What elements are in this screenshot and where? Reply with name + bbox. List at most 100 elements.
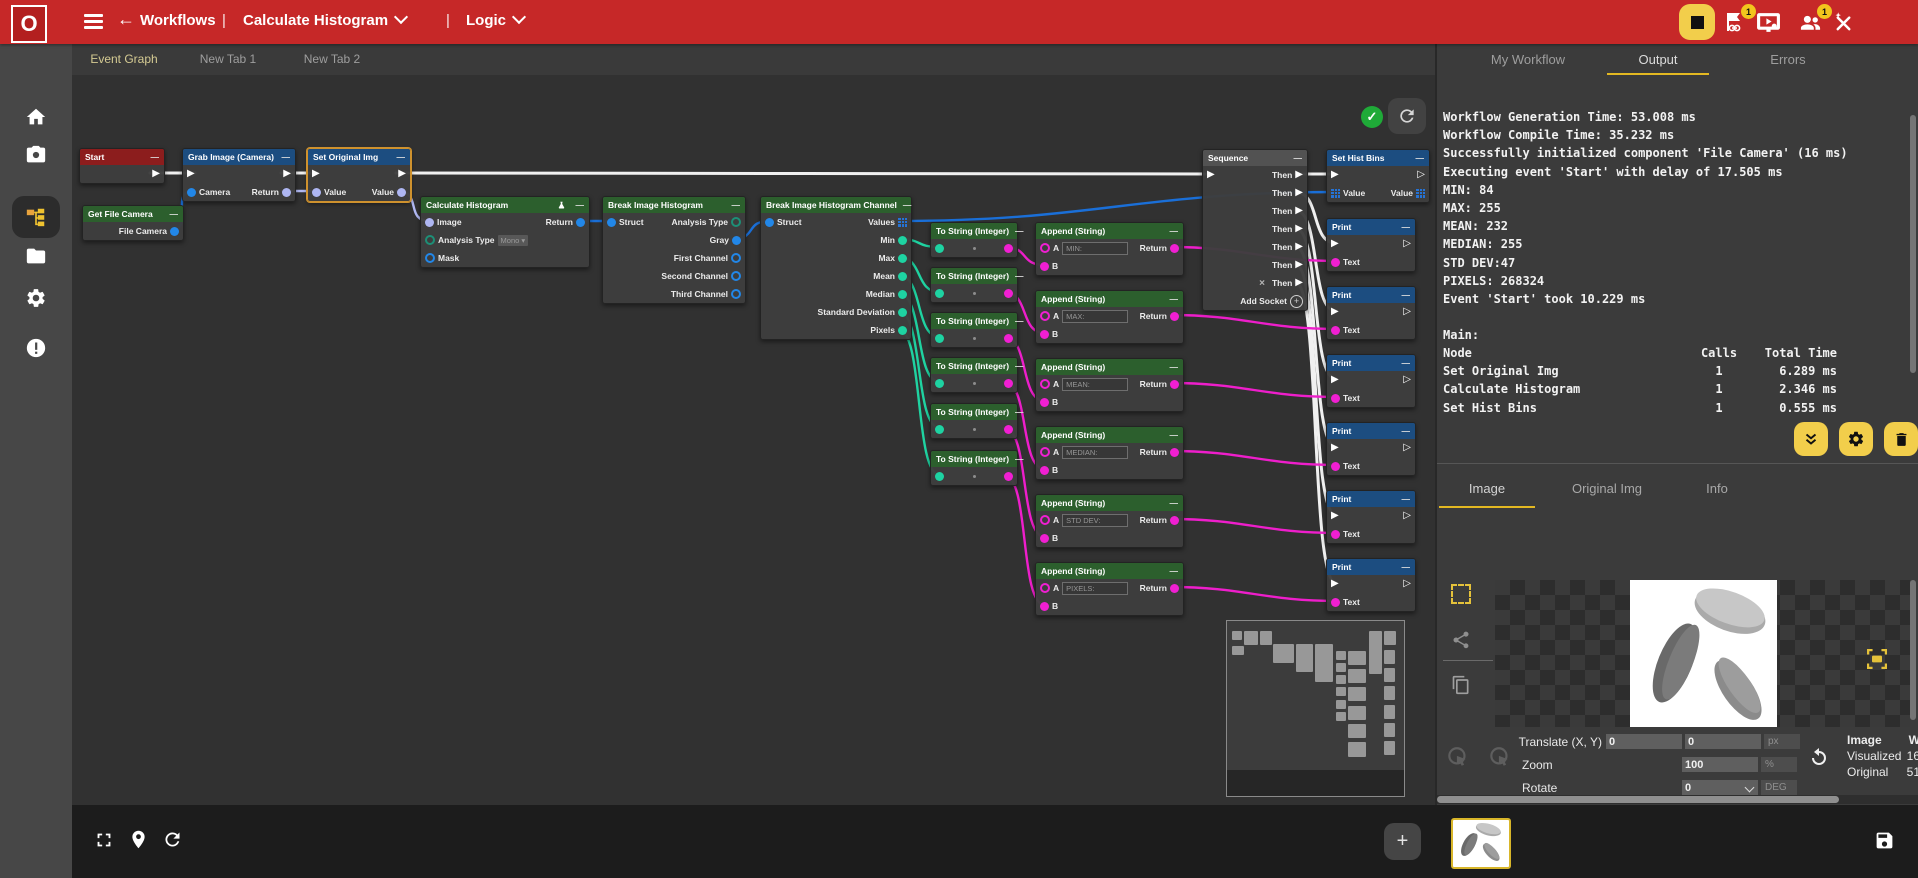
exec-socket[interactable]: ▶ bbox=[1295, 242, 1303, 252]
data-socket[interactable] bbox=[935, 379, 944, 388]
data-socket[interactable] bbox=[1040, 447, 1050, 457]
node-header[interactable]: Append (String)— bbox=[1036, 359, 1183, 375]
collapse-icon[interactable]: — bbox=[1170, 498, 1179, 508]
data-socket[interactable] bbox=[898, 254, 907, 263]
collapse-icon[interactable]: — bbox=[1170, 294, 1179, 304]
prefix-field[interactable]: MIN: bbox=[1062, 242, 1128, 255]
tab-info[interactable]: Info bbox=[1677, 470, 1757, 508]
workflow-name-dropdown[interactable]: Calculate Histogram bbox=[243, 12, 406, 29]
data-socket[interactable] bbox=[1040, 602, 1049, 611]
marquee-select-icon[interactable] bbox=[1451, 584, 1471, 604]
node-to-string-integer-5[interactable]: To String (Integer)— bbox=[930, 403, 1018, 439]
home-icon[interactable] bbox=[20, 101, 52, 133]
tab-event-graph[interactable]: Event Graph bbox=[72, 44, 176, 75]
node-print-3[interactable]: Print—▶▷Text bbox=[1326, 354, 1416, 408]
menu-icon[interactable] bbox=[84, 14, 103, 29]
array-socket[interactable] bbox=[898, 218, 907, 227]
data-socket[interactable] bbox=[1040, 243, 1050, 253]
node-header[interactable]: Break Image Histogram— bbox=[603, 197, 745, 213]
data-socket[interactable] bbox=[732, 236, 741, 245]
collapse-icon[interactable]: — bbox=[1170, 566, 1179, 576]
exec-socket[interactable]: ▶ bbox=[1331, 579, 1339, 589]
data-socket[interactable] bbox=[898, 236, 907, 245]
exec-socket[interactable]: ▶ bbox=[1331, 511, 1339, 521]
exec-socket[interactable]: ▷ bbox=[1403, 443, 1411, 453]
remove-socket-icon[interactable]: × bbox=[1259, 278, 1265, 289]
node-append-string-3[interactable]: Append (String)—AMEAN:ReturnB bbox=[1035, 358, 1184, 412]
node-print-5[interactable]: Print—▶▷Text bbox=[1326, 490, 1416, 544]
exec-socket[interactable]: ▶ bbox=[152, 169, 160, 179]
data-socket[interactable] bbox=[1004, 379, 1013, 388]
data-socket[interactable] bbox=[1331, 598, 1340, 607]
prefix-field[interactable]: MAX: bbox=[1062, 310, 1128, 323]
data-socket[interactable] bbox=[1170, 448, 1179, 457]
node-graph-canvas[interactable]: Start—▶Grab Image (Camera)—▶▶CameraRetur… bbox=[72, 75, 1435, 805]
node-header[interactable]: Append (String)— bbox=[1036, 563, 1183, 579]
scroll-to-bottom-button[interactable] bbox=[1794, 422, 1828, 456]
node-print-1[interactable]: Print—▶▷Text bbox=[1326, 218, 1416, 272]
data-socket[interactable] bbox=[1004, 334, 1013, 343]
exec-socket[interactable]: ▶ bbox=[1295, 170, 1303, 180]
array-socket[interactable] bbox=[1331, 189, 1340, 198]
data-socket[interactable] bbox=[935, 289, 944, 298]
data-socket[interactable] bbox=[1040, 398, 1049, 407]
data-socket[interactable] bbox=[1331, 258, 1340, 267]
array-socket[interactable] bbox=[1416, 189, 1425, 198]
node-print-2[interactable]: Print—▶▷Text bbox=[1326, 286, 1416, 340]
data-socket[interactable] bbox=[731, 289, 741, 299]
node-header[interactable]: To String (Integer)— bbox=[931, 358, 1017, 374]
node-to-string-integer-3[interactable]: To String (Integer)— bbox=[930, 312, 1018, 348]
data-socket[interactable] bbox=[1331, 462, 1340, 471]
stream-link-icon[interactable]: 1 bbox=[1722, 10, 1748, 36]
exec-socket[interactable]: ▶ bbox=[312, 169, 320, 179]
image-preview-area[interactable] bbox=[1495, 580, 1910, 727]
data-socket[interactable] bbox=[1331, 394, 1340, 403]
data-socket[interactable] bbox=[1040, 311, 1050, 321]
prefix-field[interactable]: STD DEV: bbox=[1062, 514, 1128, 527]
workflows-nav-icon[interactable] bbox=[20, 201, 52, 233]
node-header[interactable]: Break Image Histogram Channel— bbox=[761, 197, 911, 213]
data-socket[interactable] bbox=[935, 244, 944, 253]
node-header[interactable]: Grab Image (Camera)— bbox=[183, 149, 295, 165]
node-header[interactable]: Append (String)— bbox=[1036, 427, 1183, 443]
exec-socket[interactable]: ▷ bbox=[1403, 307, 1411, 317]
node-header[interactable]: Print— bbox=[1327, 559, 1415, 575]
collapse-icon[interactable]: — bbox=[1402, 426, 1411, 436]
data-socket[interactable] bbox=[935, 425, 944, 434]
exec-socket[interactable]: ▷ bbox=[1403, 511, 1411, 521]
exec-socket[interactable]: ▶ bbox=[1331, 443, 1339, 453]
collapse-icon[interactable]: — bbox=[1402, 562, 1411, 572]
analysis-type-dropdown[interactable]: Mono ▾ bbox=[498, 235, 529, 246]
camera-icon[interactable] bbox=[20, 139, 52, 171]
collapse-icon[interactable]: — bbox=[1170, 362, 1179, 372]
node-header[interactable]: Print— bbox=[1327, 355, 1415, 371]
collapse-icon[interactable]: — bbox=[1015, 271, 1024, 281]
data-socket[interactable] bbox=[1040, 534, 1049, 543]
scrollbar-thumb[interactable] bbox=[1437, 796, 1839, 803]
data-socket[interactable] bbox=[1040, 515, 1050, 525]
node-set-original-img[interactable]: Set Original Img—▶▶ValueValue bbox=[307, 148, 411, 202]
stop-button[interactable] bbox=[1679, 4, 1715, 40]
tab-errors[interactable]: Errors bbox=[1723, 44, 1853, 75]
node-header[interactable]: Print— bbox=[1327, 287, 1415, 303]
node-start[interactable]: Start—▶ bbox=[79, 148, 165, 184]
data-socket[interactable] bbox=[935, 472, 944, 481]
share-icon[interactable] bbox=[1451, 630, 1471, 650]
data-socket[interactable] bbox=[425, 218, 434, 227]
exec-socket[interactable]: ▶ bbox=[1207, 170, 1215, 180]
data-socket[interactable] bbox=[935, 334, 944, 343]
folder-icon[interactable] bbox=[20, 240, 52, 272]
node-to-string-integer-4[interactable]: To String (Integer)— bbox=[930, 357, 1018, 393]
node-append-string-2[interactable]: Append (String)—AMAX:ReturnB bbox=[1035, 290, 1184, 344]
exec-socket[interactable]: ▶ bbox=[187, 169, 195, 179]
node-header[interactable]: Set Hist Bins— bbox=[1327, 150, 1429, 166]
data-socket[interactable] bbox=[187, 188, 196, 197]
collapse-icon[interactable]: — bbox=[1402, 290, 1411, 300]
node-header[interactable]: Set Original Img— bbox=[308, 149, 410, 165]
collapse-icon[interactable]: — bbox=[1015, 361, 1024, 371]
tab-new-tab-1[interactable]: New Tab 1 bbox=[176, 44, 280, 75]
collapse-icon[interactable]: — bbox=[576, 200, 585, 210]
data-socket[interactable] bbox=[312, 188, 321, 197]
tab-output[interactable]: Output bbox=[1593, 44, 1723, 75]
translate-x-input[interactable] bbox=[1606, 734, 1682, 749]
